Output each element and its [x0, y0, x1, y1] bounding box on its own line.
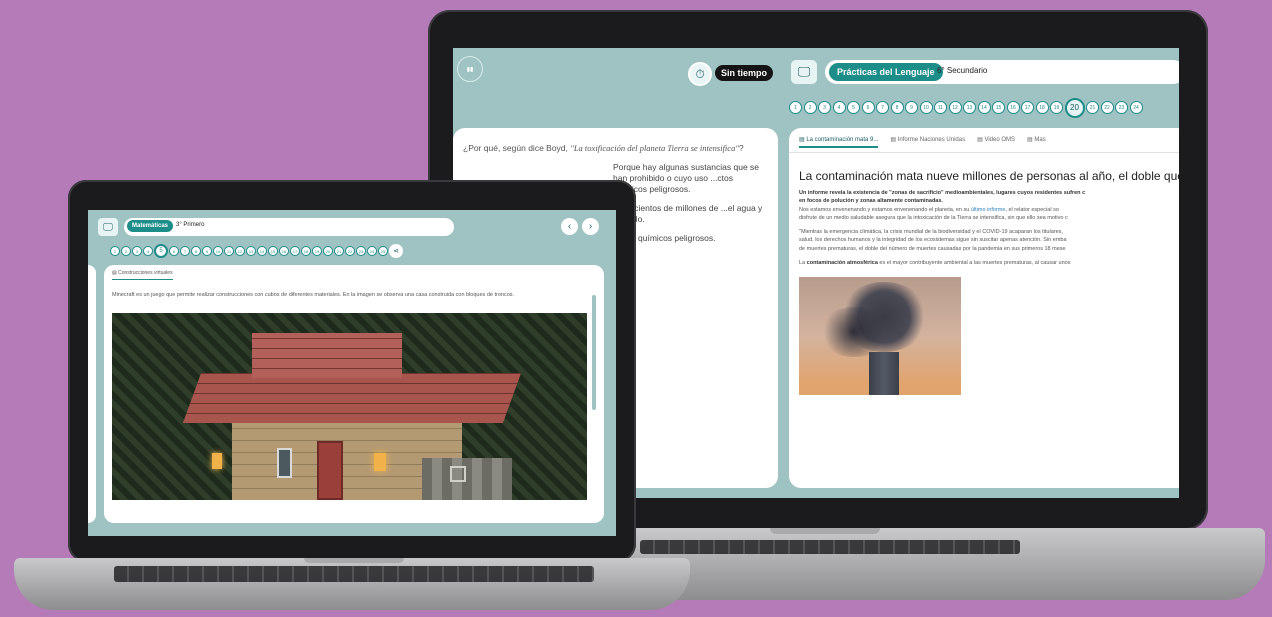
question-number-button[interactable]: 8 [890, 101, 904, 114]
question-number-button[interactable]: 9 [202, 246, 212, 256]
question-number-button[interactable]: 4 [143, 246, 153, 256]
timer-label: Sin tiempo [715, 65, 774, 81]
question-number-button[interactable]: 3 [132, 246, 142, 256]
question-number-button[interactable]: 22 [345, 246, 355, 256]
question-text: ¿Por qué, según dice Boyd, "La toxificac… [463, 143, 744, 153]
question-number-button[interactable]: 19 [312, 246, 322, 256]
question-number-button[interactable]: 23 [1115, 101, 1128, 114]
question-number-button[interactable]: 5 [154, 244, 168, 258]
question-navigator: 1 2 3 4 5 6 7 8 9 10 11 12 13 14 15 16 17 18 19 20 21 22 23 24 2… [110, 244, 403, 258]
question-number-button[interactable]: 17 [290, 246, 300, 256]
tab-report[interactable]: ▤ Informe Naciones Unidas [890, 136, 965, 148]
question-number-button[interactable]: 14 [257, 246, 267, 256]
next-button[interactable]: › [582, 218, 599, 235]
question-number-button[interactable]: 6 [169, 246, 179, 256]
question-number-button[interactable]: 16 [1006, 101, 1020, 114]
prev-button[interactable]: ‹ [561, 218, 578, 235]
article-paragraph: La contaminación atmosférica es el mayor… [799, 259, 1071, 266]
question-number-button[interactable]: 21 [1086, 101, 1099, 114]
question-number-button[interactable]: 11 [224, 246, 234, 256]
question-number-button[interactable]: 12 [235, 246, 245, 256]
subject-bar: Matemáticas 3° Primero [124, 218, 454, 236]
question-number-button[interactable]: 21 [334, 246, 344, 256]
question-number-button[interactable]: 25 [378, 246, 388, 256]
question-number-button[interactable]: 12 [948, 101, 962, 114]
question-number-button[interactable]: 13 [246, 246, 256, 256]
question-number-button[interactable]: 11 [934, 101, 947, 114]
question-number-button[interactable]: 18 [1035, 101, 1049, 114]
question-number-button[interactable]: 22 [1100, 101, 1114, 114]
resource-tabs: ▤ La contaminación mata 9... ▤ Informe N… [789, 128, 1179, 153]
scrollbar[interactable] [592, 295, 596, 410]
question-number-button[interactable]: 24 [367, 246, 377, 256]
tab-article[interactable]: ▤ La contaminación mata 9... [799, 136, 879, 148]
tab-virtual-constructions[interactable]: ▤ Construcciones virtuales [112, 270, 173, 280]
question-number-button[interactable]: 18 [301, 246, 311, 256]
question-number-button[interactable]: 8 [191, 246, 201, 256]
resource-description: Minecraft es un juego que permite realiz… [112, 292, 515, 298]
question-number-button[interactable]: 5 [847, 101, 860, 114]
report-link[interactable]: último informe [971, 207, 1006, 213]
question-number-button[interactable]: 3 [818, 101, 831, 114]
subject-badge: Matemáticas [127, 220, 174, 232]
question-number-button[interactable]: 24 [1129, 101, 1143, 114]
question-number-button[interactable]: 10 [213, 246, 223, 256]
question-number-button[interactable]: 9 [905, 101, 918, 114]
article: La contaminación mata nueve millones de … [789, 153, 1179, 267]
resource-panel: ▤ Construcciones virtuales Minecraft es … [104, 265, 604, 523]
question-number-button[interactable]: 6 [861, 101, 875, 114]
article-paragraph: "Mientras la emergencia climática, la cr… [799, 229, 1067, 252]
subject-badge: Prácticas del Lenguaje [829, 63, 943, 81]
question-number-button[interactable]: 19 [1050, 101, 1063, 114]
question-number-button[interactable]: 7 [876, 101, 889, 114]
question-number-button[interactable]: 20 [323, 246, 333, 256]
monitor-icon[interactable]: 🖵 [98, 218, 118, 236]
question-panel-edge [88, 265, 96, 523]
question-number-button[interactable]: 10 [919, 101, 933, 114]
article-lead: Un informe revela la existencia de "zona… [799, 190, 1086, 221]
question-number-button[interactable]: 1 [110, 246, 120, 256]
question-number-button[interactable]: 13 [963, 101, 976, 114]
question-number-button[interactable]: 20 [1064, 97, 1085, 118]
question-number-button[interactable]: 1 [789, 101, 802, 114]
minecraft-house-image [112, 313, 587, 500]
small-laptop-screen: 🖵 Matemáticas 3° Primero ‹ › 1 2 3 4 5 6 7 8 9 10… [88, 210, 616, 536]
tab-more[interactable]: ▤ Mas [1027, 136, 1046, 148]
question-number-button[interactable]: 7 [180, 246, 190, 256]
tab-video[interactable]: ▤ Video OMS [977, 136, 1015, 148]
question-number-button[interactable]: 4 [832, 101, 846, 114]
question-number-button[interactable]: 15 [268, 246, 278, 256]
share-icon[interactable]: ⋖ [389, 244, 403, 258]
article-title: La contaminación mata nueve millones de … [799, 169, 1179, 183]
grade-label: 3° Primero [176, 222, 205, 228]
question-number-button[interactable]: 2 [121, 246, 131, 256]
logo: ▮▮ [457, 56, 483, 82]
question-number-button[interactable]: 14 [977, 101, 991, 114]
timer-icon[interactable]: ⏱ [688, 62, 712, 86]
question-number-button[interactable]: 23 [356, 246, 366, 256]
grade-label: 6° Secundario [937, 66, 988, 75]
monitor-icon[interactable]: 🖵 [791, 60, 817, 84]
question-number-button[interactable]: 2 [803, 101, 817, 114]
subject-bar: Prácticas del Lenguaje 6° Secundario [825, 60, 1179, 84]
question-number-button[interactable]: 17 [1021, 101, 1034, 114]
question-number-button[interactable]: 16 [279, 246, 289, 256]
resource-panel: ▤ La contaminación mata 9... ▤ Informe N… [789, 128, 1179, 488]
smokestack-photo [799, 277, 961, 395]
question-number-button[interactable]: 15 [992, 101, 1005, 114]
question-navigator: 1 2 3 4 5 6 7 8 9 10 11 12 13 14 15 16 17 18 19 20 21 22 23 24 [789, 97, 1143, 118]
small-laptop-base [14, 558, 690, 610]
